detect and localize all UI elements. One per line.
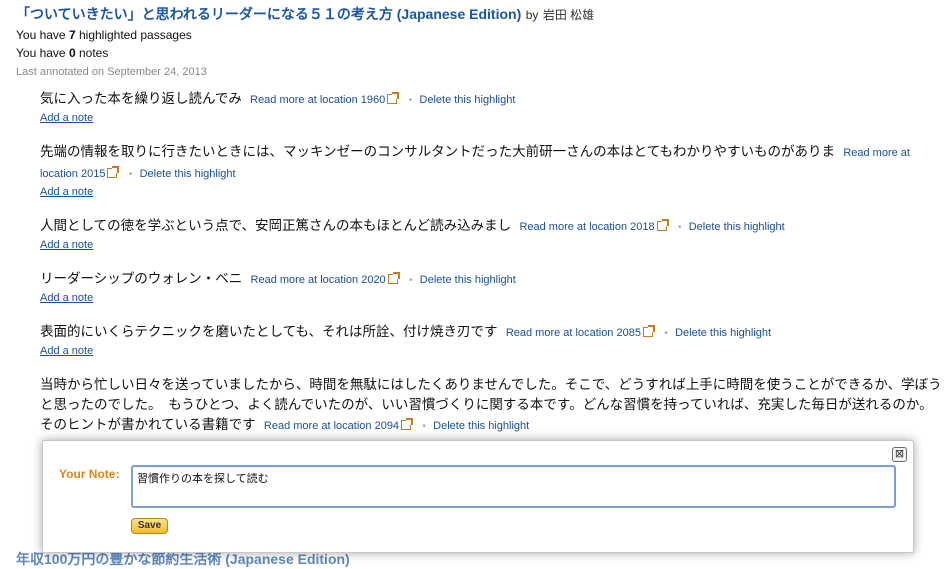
notes-count: 0 [68, 46, 76, 60]
highlight-item: 当時から忙しい日々を送っていましたから、時間を無駄にはしたくありませんでした。そ… [40, 375, 945, 437]
note-textarea[interactable]: 習慣作りの本を探して読む [131, 465, 896, 508]
read-more-link[interactable]: Read more at location 2018 [519, 221, 654, 233]
book-header: 「ついていきたい」と思われるリーダーになる５１の考え方 (Japanese Ed… [16, 4, 936, 78]
highlight-text: リーダーシップのウォレン・ベニ [40, 271, 243, 287]
highlights-list: 気に入った本を繰り返し読んでみ Read more at location 19… [40, 89, 945, 454]
read-more-link[interactable]: Read more at location 2085 [506, 327, 641, 339]
highlight-item: リーダーシップのウォレン・ベニ Read more at location 20… [40, 269, 945, 305]
highlights-suffix: highlighted passages [78, 28, 192, 42]
highlights-count-line: You have 7 highlighted passages [16, 29, 936, 42]
separator-dot: • [408, 275, 413, 286]
highlights-count: 7 [68, 28, 76, 42]
notes-prefix: You have [16, 46, 66, 60]
add-note-link[interactable]: Add a note [40, 344, 945, 358]
highlight-text: 先端の情報を取りに行きたいときには、マッキンゼーのコンサルタントだった大前研一さ… [40, 144, 836, 160]
delete-highlight-link[interactable]: Delete this highlight [433, 420, 529, 432]
add-note-link[interactable]: Add a note [40, 185, 945, 199]
read-more-link[interactable]: Read more at location 2094 [264, 420, 399, 432]
highlight-item: 表面的にいくらテクニックを磨いたとしても、それは所詮、付け焼き刃です Read … [40, 322, 945, 358]
last-annotated: Last annotated on September 24, 2013 [16, 66, 207, 78]
delete-highlight-link[interactable]: Delete this highlight [420, 274, 516, 286]
highlight-text: 人間としての徳を学ぶという点で、安岡正篤さんの本もほとんど読み込みまし [40, 218, 512, 234]
add-note-link[interactable]: Add a note [40, 291, 945, 305]
separator-dot: • [677, 222, 682, 233]
external-link-icon [401, 418, 414, 430]
notes-suffix: notes [78, 46, 109, 60]
book-author: 岩田 松雄 [542, 8, 595, 22]
highlight-text: 表面的にいくらテクニックを磨いたとしても、それは所詮、付け焼き刃です [40, 324, 498, 340]
close-icon[interactable]: ⊠ [892, 447, 907, 462]
read-more-link[interactable]: Read more at location 2020 [251, 274, 386, 286]
external-link-icon [642, 325, 655, 337]
save-button[interactable]: Save [131, 518, 168, 534]
by-label: by [525, 8, 539, 22]
highlight-text: 気に入った本を繰り返し読んでみ [40, 91, 242, 107]
highlight-item: 先端の情報を取りに行きたいときには、マッキンゼーのコンサルタントだった大前研一さ… [40, 142, 945, 199]
notes-count-line: You have 0 notes [16, 47, 936, 60]
separator-dot: • [408, 95, 413, 106]
highlights-prefix: You have [16, 28, 66, 42]
delete-highlight-link[interactable]: Delete this highlight [675, 327, 771, 339]
delete-highlight-link[interactable]: Delete this highlight [140, 168, 236, 180]
separator-dot: • [664, 328, 668, 339]
external-link-icon [107, 166, 120, 178]
external-link-icon [656, 219, 669, 231]
external-link-icon [387, 272, 400, 284]
add-note-link[interactable]: Add a note [40, 238, 945, 252]
note-label: Your Note: [59, 467, 120, 481]
highlight-item: 人間としての徳を学ぶという点で、安岡正篤さんの本もほとんど読み込みまし Read… [40, 216, 945, 252]
add-note-link[interactable]: Add a note [40, 111, 945, 125]
delete-highlight-link[interactable]: Delete this highlight [689, 221, 785, 233]
delete-highlight-link[interactable]: Delete this highlight [419, 94, 515, 106]
read-more-link[interactable]: Read more at location 1960 [250, 94, 385, 106]
separator-dot: • [128, 169, 133, 180]
separator-dot: • [422, 421, 426, 432]
book-title-link[interactable]: 「ついていきたい」と思われるリーダーになる５１の考え方 (Japanese Ed… [16, 6, 521, 22]
external-link-icon [387, 92, 400, 104]
highlight-item: 気に入った本を繰り返し読んでみ Read more at location 19… [40, 89, 945, 125]
note-editor-popup: ⊠ Your Note: 習慣作りの本を探して読む Save [42, 440, 914, 553]
